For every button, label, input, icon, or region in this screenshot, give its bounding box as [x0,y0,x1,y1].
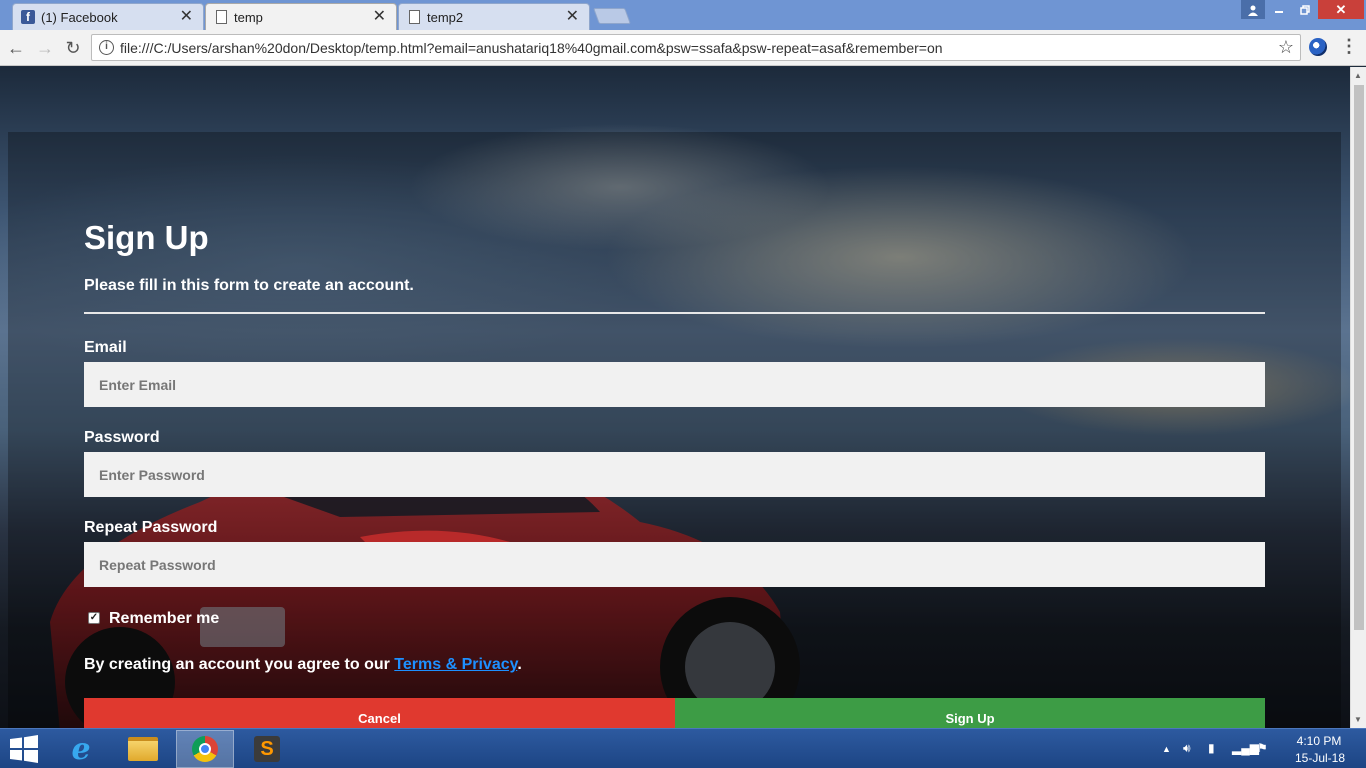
profile-icon[interactable] [1241,0,1265,19]
tab-label: temp [234,10,263,25]
taskbar-file-explorer[interactable] [114,730,172,768]
scroll-down-icon[interactable]: ▼ [1354,715,1362,724]
maximize-button[interactable] [1292,0,1318,19]
password-field[interactable] [84,452,1265,497]
tab-facebook[interactable]: f (1) Facebook ✕ [12,3,204,30]
page-viewport: Sign Up Please fill in this form to crea… [0,67,1350,728]
tab-temp2[interactable]: temp2 ✕ [398,3,590,30]
extension-icon[interactable] [1309,38,1327,56]
close-icon[interactable]: ✕ [566,9,579,25]
close-icon[interactable]: ✕ [373,9,386,25]
scroll-up-icon[interactable]: ▲ [1354,71,1362,80]
remember-me-label: Remember me [109,610,220,627]
volume-icon[interactable]: 🔊︎ [1183,741,1191,756]
menu-icon[interactable]: ⋮ [1340,36,1358,57]
url-text: file:///C:/Users/arshan%20don/Desktop/te… [120,39,943,56]
terms-prefix: By creating an account you agree to our [84,656,395,673]
email-label: Email [84,339,127,356]
tab-temp[interactable]: temp ✕ [205,3,397,31]
repeat-password-label: Repeat Password [84,519,218,536]
network-icon[interactable]: ▂▄▆ [1232,741,1259,755]
taskbar: e S ▲ 🔊︎ ▮ ▂▄▆ ⚑ 4:10 PM 15-Jul-18 [0,728,1366,768]
browser-toolbar: ← → ↻ i file:///C:/Users/arshan%20don/De… [0,30,1366,66]
page-icon [216,10,227,24]
sign-up-button[interactable]: Sign Up [675,698,1265,728]
repeat-password-field[interactable] [84,542,1265,587]
close-icon[interactable]: ✕ [180,9,193,25]
sublime-text-icon: S [254,736,280,762]
internet-explorer-icon: e [71,731,91,767]
minimize-button[interactable] [1266,0,1292,19]
password-label: Password [84,429,160,446]
clock-date[interactable]: 15-Jul-18 [1290,751,1350,765]
page-icon [409,10,420,24]
action-center-flag-icon[interactable]: ⚑ [1257,741,1268,755]
chrome-icon [192,736,218,762]
facebook-icon: f [21,10,35,24]
bookmark-star-icon[interactable]: ☆ [1278,37,1294,58]
forward-arrow-icon[interactable]: → [33,36,57,60]
terms-privacy-link[interactable]: Terms & Privacy [394,656,517,673]
form-subtitle: Please fill in this form to create an ac… [84,277,414,294]
clock-time[interactable]: 4:10 PM [1296,734,1342,748]
tab-strip: f (1) Facebook ✕ temp ✕ temp2 ✕ ✕ [0,0,1366,31]
new-tab-button[interactable] [593,8,631,24]
divider [84,312,1265,314]
taskbar-internet-explorer[interactable]: e [52,730,110,768]
cancel-button[interactable]: Cancel [84,698,675,728]
windows-start-icon[interactable] [8,735,40,763]
reload-icon[interactable]: ↻ [61,36,85,60]
battery-icon[interactable]: ▮ [1208,741,1215,755]
tab-label: temp2 [427,9,464,25]
remember-me-checkbox[interactable]: ✓ [88,612,100,624]
scroll-thumb[interactable] [1354,85,1364,630]
close-window-button[interactable]: ✕ [1318,0,1364,19]
terms-suffix: . [517,656,522,673]
address-bar[interactable]: i file:///C:/Users/arshan%20don/Desktop/… [91,34,1301,61]
taskbar-sublime-text[interactable]: S [238,730,296,768]
show-hidden-icons-icon[interactable]: ▲ [1162,744,1171,754]
taskbar-chrome[interactable] [176,730,234,768]
email-field[interactable] [84,362,1265,407]
info-icon[interactable]: i [99,40,114,55]
page-title: Sign Up [84,219,209,256]
folder-icon [128,737,158,761]
vertical-scrollbar[interactable]: ▲ ▼ [1350,67,1366,728]
back-arrow-icon[interactable]: ← [4,36,28,60]
tab-label: (1) Facebook [41,9,118,25]
terms-text: By creating an account you agree to our … [84,656,522,674]
